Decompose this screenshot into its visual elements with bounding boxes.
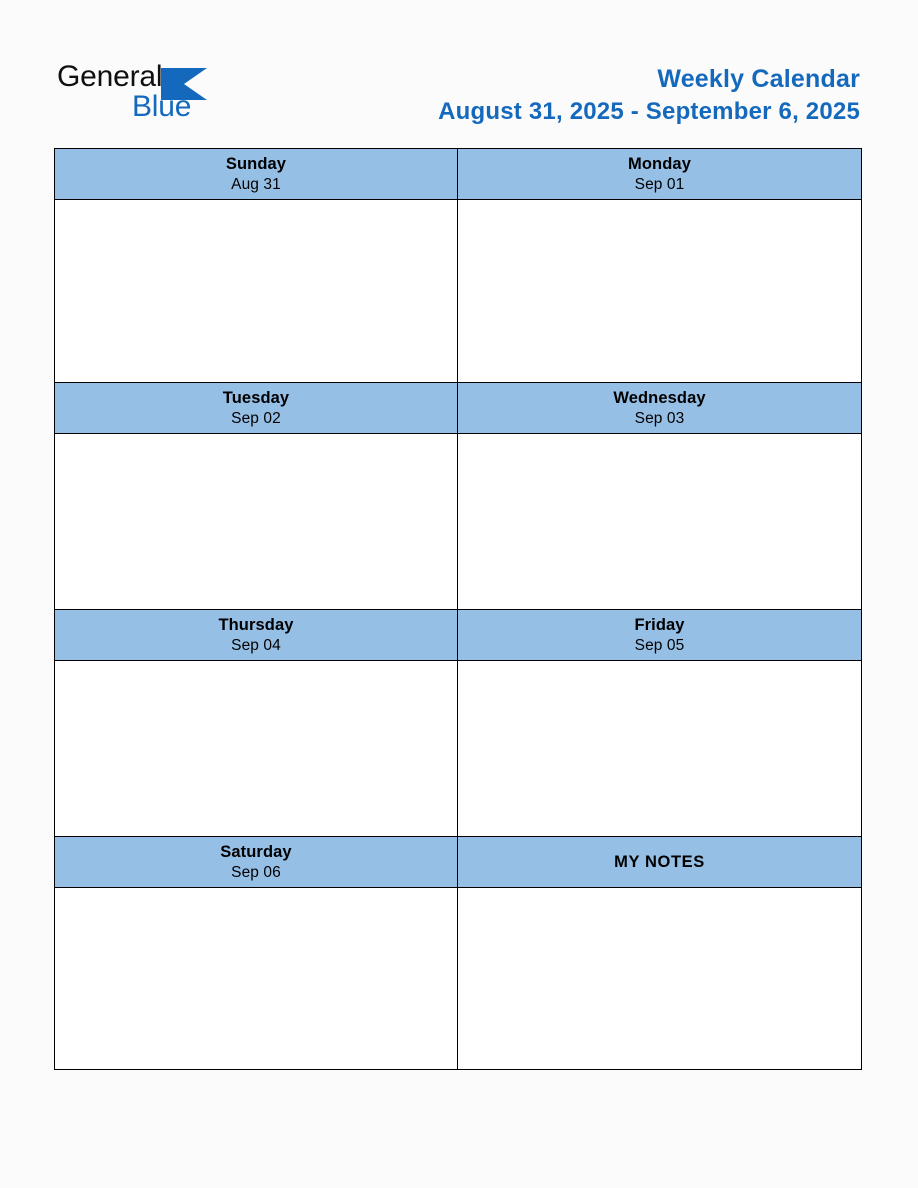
calendar-header-row: Saturday Sep 06 MY NOTES	[54, 836, 862, 888]
notes-cell[interactable]	[457, 887, 862, 1070]
brand-logo: General Blue	[57, 62, 257, 132]
title-block: Weekly Calendar August 31, 2025 - Septem…	[438, 64, 860, 127]
day-name: Wednesday	[613, 388, 706, 407]
day-header-monday[interactable]: Monday Sep 01	[457, 148, 862, 200]
day-header-thursday[interactable]: Thursday Sep 04	[54, 609, 458, 661]
notes-header[interactable]: MY NOTES	[457, 836, 862, 888]
notes-label: MY NOTES	[614, 853, 705, 871]
day-date: Sep 01	[634, 175, 685, 193]
day-cell-friday[interactable]	[457, 660, 862, 837]
calendar-header-row: Sunday Aug 31 Monday Sep 01	[54, 148, 862, 200]
calendar-header-row: Tuesday Sep 02 Wednesday Sep 03	[54, 382, 862, 434]
day-date: Sep 03	[634, 409, 685, 427]
calendar-body-row	[54, 433, 862, 610]
day-cell-sunday[interactable]	[54, 199, 458, 383]
day-cell-monday[interactable]	[457, 199, 862, 383]
page-header: General Blue Weekly Calendar August 31, …	[0, 0, 918, 148]
day-cell-tuesday[interactable]	[54, 433, 458, 610]
day-header-tuesday[interactable]: Tuesday Sep 02	[54, 382, 458, 434]
day-cell-saturday[interactable]	[54, 887, 458, 1070]
day-date: Sep 06	[231, 863, 281, 881]
day-name: Thursday	[218, 615, 294, 634]
day-name: Tuesday	[222, 388, 290, 407]
day-name: Monday	[628, 154, 691, 173]
day-header-friday[interactable]: Friday Sep 05	[457, 609, 862, 661]
day-cell-wednesday[interactable]	[457, 433, 862, 610]
calendar-body-row	[54, 660, 862, 837]
day-name: Friday	[634, 615, 685, 634]
weekly-calendar-page: General Blue Weekly Calendar August 31, …	[0, 0, 918, 1188]
day-date: Sep 05	[634, 636, 685, 654]
calendar-body-row	[54, 887, 862, 1070]
day-name: Saturday	[220, 842, 292, 861]
day-header-saturday[interactable]: Saturday Sep 06	[54, 836, 458, 888]
brand-name-secondary: Blue	[132, 90, 192, 123]
day-header-sunday[interactable]: Sunday Aug 31	[54, 148, 458, 200]
date-range: August 31, 2025 - September 6, 2025	[438, 98, 860, 125]
day-date: Sep 02	[231, 409, 281, 427]
day-cell-thursday[interactable]	[54, 660, 458, 837]
calendar-body-row	[54, 199, 862, 383]
page-title: Weekly Calendar	[657, 65, 860, 93]
calendar-table: Sunday Aug 31 Monday Sep 01 Tuesday Sep …	[54, 148, 862, 1070]
day-date: Sep 04	[231, 636, 281, 654]
calendar-header-row: Thursday Sep 04 Friday Sep 05	[54, 609, 862, 661]
brand-name-primary: General	[57, 60, 163, 93]
day-header-wednesday[interactable]: Wednesday Sep 03	[457, 382, 862, 434]
day-name: Sunday	[225, 154, 287, 173]
day-date: Aug 31	[231, 175, 281, 193]
